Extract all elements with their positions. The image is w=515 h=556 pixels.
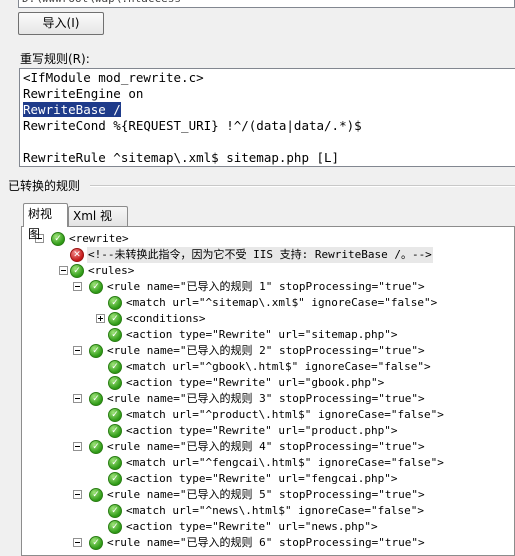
expand-toggle[interactable] [96, 314, 105, 323]
collapse-toggle[interactable] [73, 346, 82, 355]
tree-node[interactable]: ✓ <rule name="已导入的规则 6" stopProcessing="t… [22, 535, 514, 551]
tree-node[interactable]: ✓ <action type="Rewrite" url="product.php… [22, 423, 514, 439]
check-circle-icon: ✓ [108, 296, 122, 310]
tree-node-label: <action type="Rewrite" url="news.php"> [126, 520, 378, 533]
tab-xml-view[interactable]: Xml 视图 [68, 206, 128, 241]
tree-node[interactable]: ✓ <action type="Rewrite" url="news.php"> [22, 519, 514, 535]
editor-line: <IfModule mod_rewrite.c> [23, 70, 204, 85]
editor-line: RewriteCond %{REQUEST_URI} !^/(data|data… [23, 118, 362, 133]
tree-node-label: <!--未转换此指令，因为它不受 IIS 支持: RewriteBase /。-… [87, 247, 433, 263]
check-circle-icon: ✓ [89, 488, 103, 502]
tree-node[interactable]: ✓ <conditions> [22, 311, 514, 327]
check-circle-icon: ✓ [108, 520, 122, 534]
tree-node-label: <rules> [88, 264, 135, 277]
tree-node-label: <rule name="已导入的规则 3" stopProcessing="tr… [107, 392, 425, 405]
tree-node[interactable]: ✓ <action type="Rewrite" url="fengcai.php… [22, 471, 514, 487]
tree-node[interactable]: ✓ <rewrite> [22, 231, 514, 247]
collapse-toggle[interactable] [73, 394, 82, 403]
tree-node-label: <rule name="已导入的规则 2" stopProcessing="tr… [107, 344, 425, 357]
tree-node[interactable]: ✓ <match url="^sitemap\.xml$" ignoreCase=… [22, 295, 514, 311]
tree-node[interactable]: ✓ <action type="Rewrite" url="gbook.php"> [22, 375, 514, 391]
tree-node-label: <match url="^sitemap\.xml$" ignoreCase="… [126, 296, 438, 309]
check-circle-icon: ✓ [108, 504, 122, 518]
editor-line: RewriteEngine on [23, 86, 144, 101]
check-circle-icon: ✓ [51, 232, 65, 246]
tab-tree-view[interactable]: 树视图 [23, 203, 68, 241]
check-circle-icon: ✓ [89, 280, 103, 294]
collapse-toggle[interactable] [73, 490, 82, 499]
check-circle-icon: ✓ [108, 408, 122, 422]
tree-node[interactable]: ✓ <rule name="已导入的规则 2" stopProcessing="t… [22, 343, 514, 359]
tree-node-label: <action type="Rewrite" url="product.php"… [126, 424, 398, 437]
tree-node-label: <rewrite> [69, 232, 129, 245]
collapse-toggle[interactable] [73, 442, 82, 451]
editor-line-selected: RewriteBase / [23, 102, 515, 118]
tree-node-label: <action type="Rewrite" url="sitemap.php"… [126, 328, 398, 341]
tree-node[interactable]: ✓ <match url="^product\.html$" ignoreCase… [22, 407, 514, 423]
tree-node[interactable]: ✓ <rule name="已导入的规则 1" stopProcessing="t… [22, 279, 514, 295]
check-circle-icon: ✓ [108, 424, 122, 438]
section-divider [90, 185, 515, 187]
tree-node[interactable]: ✓ <rule name="已导入的规则 5" stopProcessing="t… [22, 487, 514, 503]
rewrite-rules-editor[interactable]: <IfModule mod_rewrite.c> RewriteEngine o… [19, 68, 515, 167]
tree-node[interactable]: ✓ <rules> [22, 263, 514, 279]
tree-node-label: <match url="^gbook\.html$" ignoreCase="f… [126, 360, 431, 373]
tree-node[interactable]: ✕ <!--未转换此指令，因为它不受 IIS 支持: RewriteBase /。… [22, 247, 514, 263]
tree-node-label: <conditions> [126, 312, 206, 325]
error-x-icon: ✕ [70, 248, 84, 262]
collapse-toggle[interactable] [73, 538, 82, 547]
tree-node-label: <action type="Rewrite" url="fengcai.php"… [126, 472, 398, 485]
tree-node-label: <match url="^news\.html$" ignoreCase="fa… [126, 504, 425, 517]
import-path-field[interactable]: D:\wwwroot\wap\.htaccess [18, 0, 515, 8]
tree-node[interactable]: ✓ <match url="^fengcai\.html$" ignoreCase… [22, 455, 514, 471]
rewrite-rules-label: 重写规则(R): [20, 52, 90, 66]
converted-rules-label: 已转换的规则 [8, 177, 84, 194]
tree-node-label: <action type="Rewrite" url="gbook.php"> [126, 376, 385, 389]
import-button[interactable]: 导入(I) [18, 12, 104, 35]
check-circle-icon: ✓ [89, 344, 103, 358]
tree-node[interactable]: ✓ <match url="^gbook\.html$" ignoreCase="… [22, 359, 514, 375]
check-circle-icon: ✓ [108, 376, 122, 390]
tree-node-label: <match url="^fengcai\.html$" ignoreCase=… [126, 456, 444, 469]
selected-text: RewriteBase / [23, 102, 121, 117]
check-circle-icon: ✓ [89, 392, 103, 406]
tree-node[interactable]: ✓ <rule name="已导入的规则 4" stopProcessing="t… [22, 439, 514, 455]
tree-node[interactable]: ✓ <action type="Rewrite" url="sitemap.php… [22, 327, 514, 343]
tree-node-label: <rule name="已导入的规则 5" stopProcessing="tr… [107, 488, 425, 501]
tree-node[interactable]: ✓ <match url="^news\.html$" ignoreCase="f… [22, 503, 514, 519]
editor-line: RewriteRule ^sitemap\.xml$ sitemap.php [… [23, 150, 340, 165]
tree-node-label: <match url="^product\.html$" ignoreCase=… [126, 408, 444, 421]
check-circle-icon: ✓ [108, 328, 122, 342]
tree-node-label: <rule name="已导入的规则 6" stopProcessing="tr… [107, 536, 425, 549]
check-circle-icon: ✓ [108, 360, 122, 374]
tree-node-label: <rule name="已导入的规则 4" stopProcessing="tr… [107, 440, 425, 453]
check-circle-icon: ✓ [70, 264, 84, 278]
rules-tree-view[interactable]: ✓ <rewrite> ✕ <!--未转换此指令，因为它不受 IIS 支持: Rewr… [21, 226, 515, 556]
check-circle-icon: ✓ [108, 456, 122, 470]
check-circle-icon: ✓ [89, 536, 103, 550]
check-circle-icon: ✓ [89, 440, 103, 454]
tree-node-label: <rule name="已导入的规则 1" stopProcessing="tr… [107, 280, 425, 293]
check-circle-icon: ✓ [108, 472, 122, 486]
check-circle-icon: ✓ [108, 312, 122, 326]
tree-node[interactable]: ✓ <rule name="已导入的规则 3" stopProcessing="t… [22, 391, 514, 407]
collapse-toggle[interactable] [73, 282, 82, 291]
collapse-toggle[interactable] [59, 266, 68, 275]
